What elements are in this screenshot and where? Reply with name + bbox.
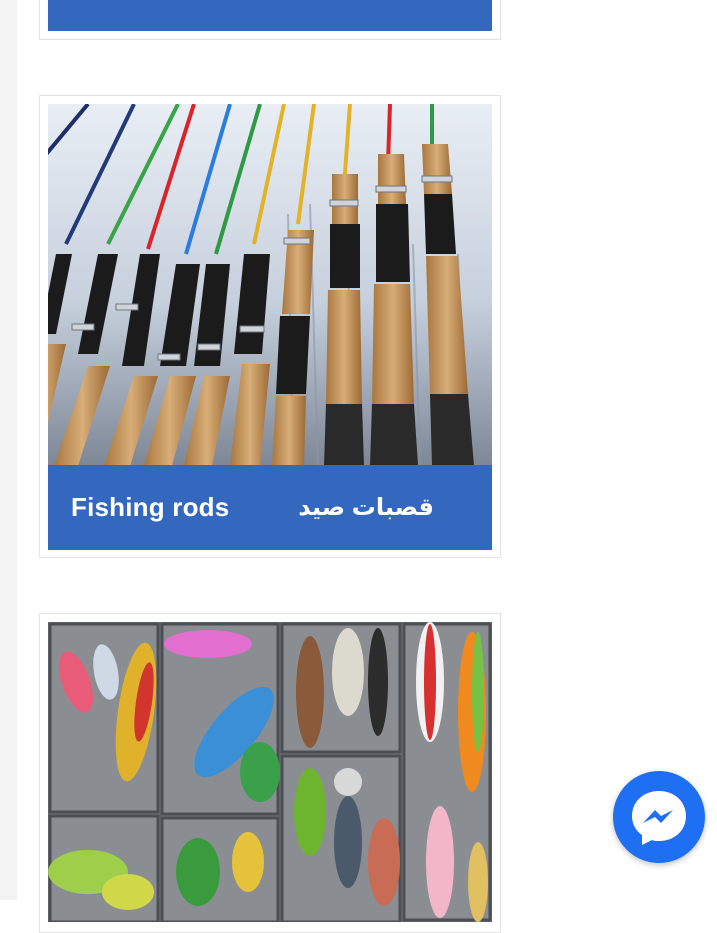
- fishing-lures-photo: [48, 622, 492, 922]
- category-card-top[interactable]: [39, 0, 501, 40]
- category-card-fishing-rods[interactable]: Fishing rods قصبات صيد: [39, 95, 501, 558]
- category-label-en: Fishing rods: [71, 492, 230, 522]
- category-label-ar: قصبات صيد: [298, 494, 434, 521]
- messenger-icon: [632, 791, 686, 845]
- messenger-chat-button[interactable]: [613, 771, 705, 863]
- category-banner: [48, 0, 492, 31]
- page-left-rail: [0, 0, 17, 900]
- category-banner: Fishing rods قصبات صيد: [48, 465, 492, 550]
- category-card-lures[interactable]: [39, 613, 501, 933]
- fishing-rods-photo: [48, 104, 492, 466]
